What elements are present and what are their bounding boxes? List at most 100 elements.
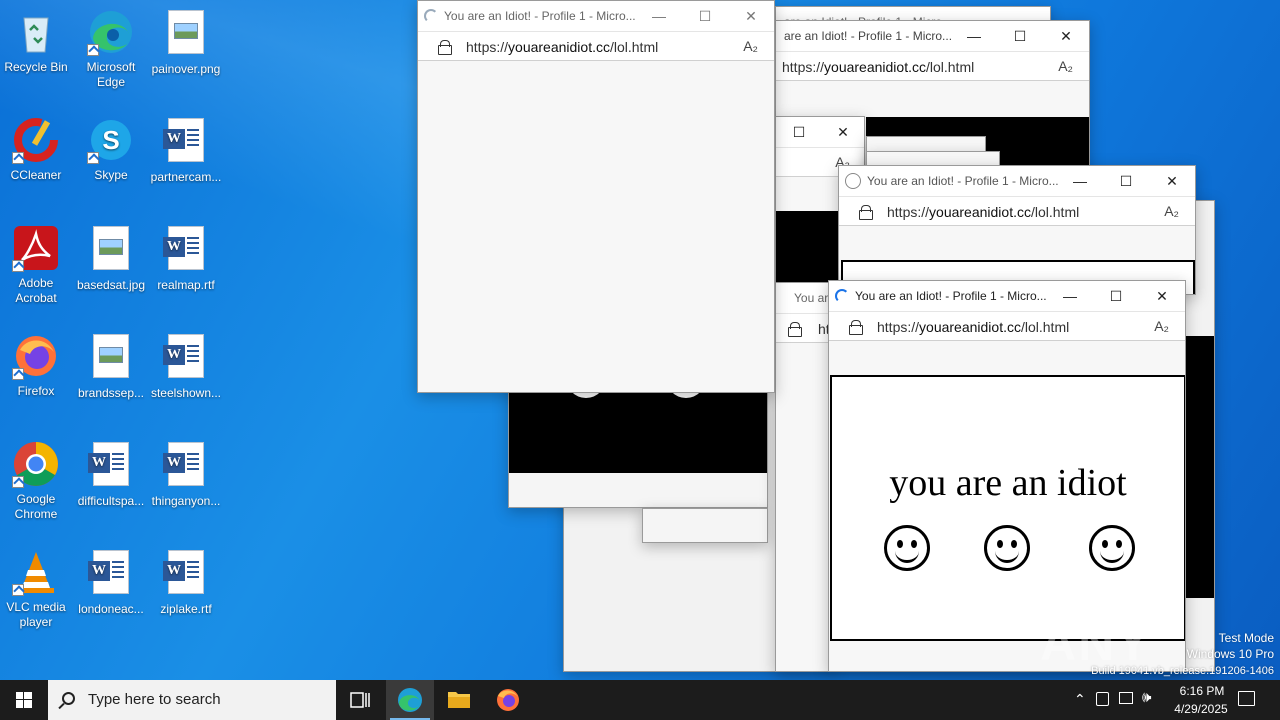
windows-edition-label: Windows 10 Pro — [1186, 647, 1274, 661]
window-titlebar[interactable]: are an Idiot! - Profile 1 - Micro... — ☐… — [776, 21, 1089, 51]
desktop-icon-brandssep[interactable]: brandssep... — [75, 332, 147, 401]
window-titlebar[interactable]: ☐ ✕ — [776, 117, 864, 147]
edge-icon — [398, 688, 422, 712]
desktop-icon-basedsat[interactable]: basedsat.jpg — [75, 224, 147, 293]
image-file-icon — [87, 226, 135, 274]
minimize-button[interactable]: — — [1047, 281, 1093, 311]
desktop-icon-thinganyon[interactable]: W thinganyon... — [150, 440, 222, 509]
close-button[interactable]: ✕ — [1149, 166, 1195, 196]
browser-window-mid[interactable]: You are an Idiot! - Profile 1 - Micro...… — [838, 165, 1196, 295]
idiot-page: you are an idiot — [830, 375, 1185, 641]
test-mode-label: Test Mode — [1218, 631, 1274, 645]
window-titlebar[interactable]: You are an Idiot! - Profile 1 - Micro...… — [829, 281, 1185, 311]
desktop-icon-painover[interactable]: painover.png — [150, 8, 222, 77]
image-file-icon — [87, 334, 135, 382]
desktop-icon-label: partnercam... — [150, 170, 222, 184]
start-button[interactable] — [0, 680, 48, 720]
close-button[interactable]: ✕ — [1043, 21, 1089, 51]
desktop-icon-acrobat[interactable]: Adobe Acrobat — [0, 224, 72, 306]
browser-window-bg-9[interactable]: You ar ht — [775, 282, 835, 672]
url-text[interactable]: https://youareanidiot.cc/lol.html — [782, 59, 974, 75]
minimize-button[interactable]: — — [1057, 166, 1103, 196]
desktop-icon-label: steelshown... — [150, 386, 222, 400]
clock-time[interactable]: 6:16 PM — [1172, 684, 1232, 698]
maximize-button[interactable]: ☐ — [776, 117, 822, 147]
word-doc-icon: W — [162, 334, 210, 382]
desktop-icon-partnercam[interactable]: W partnercam... — [150, 116, 222, 185]
address-bar[interactable]: https://youareanidiot.cc/lol.html A₂ — [418, 31, 774, 61]
close-button[interactable]: ✕ — [728, 1, 774, 31]
desktop-icon-steelshown[interactable]: W steelshown... — [150, 332, 222, 401]
desktop-icon-ziplake[interactable]: W ziplake.rtf — [150, 548, 222, 617]
desktop-icon-label: Microsoft Edge — [86, 60, 136, 89]
tray-app-icon[interactable] — [1096, 692, 1109, 706]
maximize-button[interactable]: ☐ — [997, 21, 1043, 51]
browser-window-bg-8[interactable] — [642, 508, 768, 543]
shortcut-arrow-icon — [12, 584, 24, 596]
taskbar: Type here to search ⌃ 🕪 6:16 PM 4/29/202… — [0, 680, 1280, 720]
url-text[interactable]: https://youareanidiot.cc/lol.html — [466, 39, 658, 55]
taskbar-search-box[interactable]: Type here to search — [48, 680, 336, 720]
shortcut-arrow-icon — [87, 152, 99, 164]
address-bar[interactable]: https://youareanidiot.cc/lol.html A₂ — [839, 196, 1195, 226]
network-icon[interactable] — [1119, 692, 1133, 704]
desktop-icon-recycle-bin[interactable]: Recycle Bin — [0, 8, 72, 75]
shortcut-arrow-icon — [12, 368, 24, 380]
minimize-button[interactable]: — — [636, 1, 682, 31]
read-aloud-icon[interactable]: A₂ — [1058, 58, 1073, 74]
taskbar-file-explorer-button[interactable] — [435, 680, 483, 720]
window-titlebar[interactable]: You are an Idiot! - Profile 1 - Micro...… — [418, 1, 774, 31]
desktop-icon-label: VLC media player — [6, 600, 66, 629]
window-title: You are an Idiot! - Profile 1 - Micro... — [855, 289, 1047, 303]
folder-icon — [448, 692, 470, 708]
smiley-face-icon — [984, 525, 1030, 571]
url-text[interactable]: https://youareanidiot.cc/lol.html — [887, 204, 1079, 220]
desktop-icon-difficultspa[interactable]: W difficultspa... — [75, 440, 147, 509]
desktop-icon-skype[interactable]: S Skype — [75, 116, 147, 183]
desktop-icon-chrome[interactable]: Google Chrome — [0, 440, 72, 522]
notifications-icon[interactable] — [1238, 691, 1255, 706]
maximize-button[interactable]: ☐ — [1103, 166, 1149, 196]
window-titlebar[interactable]: You ar — [776, 283, 834, 313]
search-placeholder: Type here to search — [88, 691, 221, 708]
read-aloud-icon[interactable]: A₂ — [743, 38, 758, 54]
maximize-button[interactable]: ☐ — [682, 1, 728, 31]
taskbar-firefox-button[interactable] — [484, 680, 532, 720]
svg-text:S: S — [102, 125, 119, 155]
desktop-icon-edge[interactable]: Microsoft Edge — [75, 8, 147, 90]
smiley-face-icon — [1089, 525, 1135, 571]
volume-icon[interactable]: 🕪 — [1142, 689, 1151, 706]
desktop-icon-realmap[interactable]: W realmap.rtf — [150, 224, 222, 293]
word-doc-icon: W — [87, 550, 135, 598]
clock-date[interactable]: 4/29/2025 — [1166, 702, 1236, 716]
browser-window-bg-7[interactable] — [508, 380, 768, 508]
read-aloud-icon[interactable]: A₂ — [1164, 203, 1179, 219]
read-aloud-icon[interactable]: A₂ — [1154, 318, 1169, 334]
maximize-button[interactable]: ☐ — [1093, 281, 1139, 311]
shortcut-arrow-icon — [12, 476, 24, 488]
close-button[interactable]: ✕ — [820, 117, 864, 147]
loading-spinner-icon — [835, 289, 849, 303]
window-title: You are an Idiot! - Profile 1 - Micro... — [444, 9, 636, 23]
url-text[interactable]: https://youareanidiot.cc/lol.html — [877, 319, 1069, 335]
lock-icon — [859, 205, 873, 220]
desktop-icon-londoneac[interactable]: W londoneac... — [75, 548, 147, 617]
window-titlebar[interactable]: You are an Idiot! - Profile 1 - Micro...… — [839, 166, 1195, 196]
task-view-icon — [350, 692, 370, 708]
task-view-button[interactable] — [336, 680, 384, 720]
desktop-icon-ccleaner[interactable]: CCleaner — [0, 116, 72, 183]
address-bar[interactable]: ht — [776, 313, 834, 343]
minimize-button[interactable]: — — [951, 21, 997, 51]
browser-window-loading[interactable]: You are an Idiot! - Profile 1 - Micro...… — [417, 0, 775, 393]
address-bar[interactable]: https://youareanidiot.cc/lol.html A₂ — [829, 311, 1185, 341]
acrobat-icon — [12, 224, 60, 272]
address-bar[interactable]: https://youareanidiot.cc/lol.html A₂ — [776, 51, 1089, 81]
chevron-up-icon[interactable]: ⌃ — [1074, 691, 1086, 708]
desktop-icon-vlc[interactable]: VLC media player — [0, 548, 72, 630]
taskbar-edge-button[interactable] — [386, 680, 434, 720]
desktop: Recycle Bin CCleaner Adobe Acrobat Firef… — [0, 0, 1280, 680]
desktop-icon-firefox[interactable]: Firefox — [0, 332, 72, 399]
desktop-icon-label: Google Chrome — [14, 492, 58, 521]
shortcut-arrow-icon — [12, 260, 24, 272]
close-button[interactable]: ✕ — [1139, 281, 1185, 311]
